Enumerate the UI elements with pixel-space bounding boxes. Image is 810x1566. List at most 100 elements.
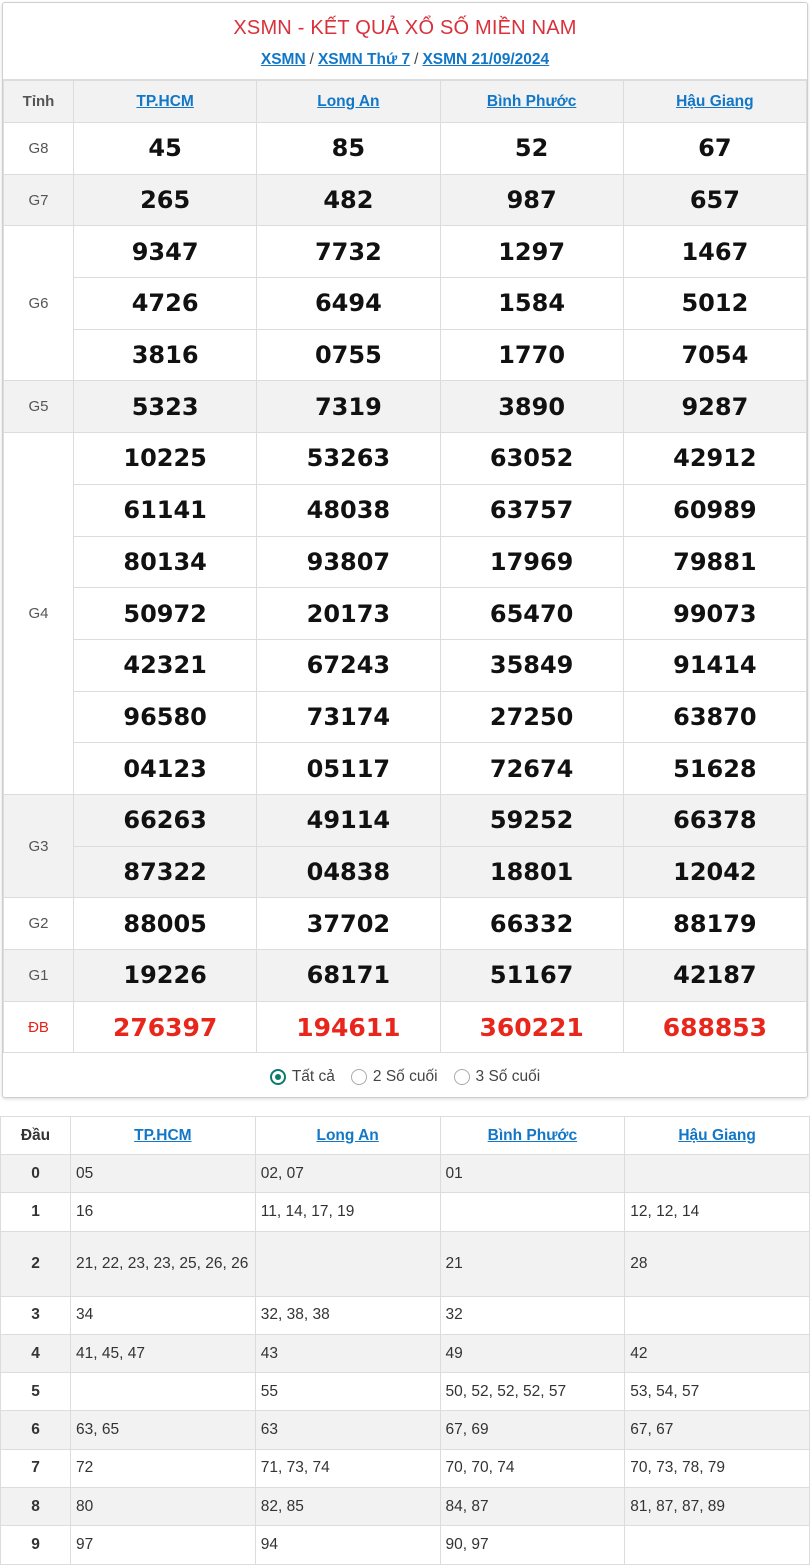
loto-header-tphcm: TP.HCM xyxy=(70,1116,256,1155)
loto-values: 11, 14, 17, 19 xyxy=(254,1192,441,1232)
prize-number: 88005 xyxy=(72,897,258,950)
prize-number: 9347 xyxy=(72,225,258,279)
prize-label: G5 xyxy=(3,380,74,434)
breadcrumb-date-link[interactable]: XSMN 21/09/2024 xyxy=(422,51,549,68)
prize-number: 80134 xyxy=(72,535,258,589)
prize-number: 1467 xyxy=(622,225,808,279)
loto-values: 94 xyxy=(254,1525,441,1565)
loto-province-link-tphcm[interactable]: TP.HCM xyxy=(134,1127,191,1144)
radio-icon[interactable] xyxy=(350,1069,367,1086)
loto-row: 9 97 94 90, 97 xyxy=(0,1525,810,1565)
loto-values xyxy=(624,1153,810,1194)
results-table: Tỉnh TP.HCM Long An Bình Phước Hậu Giang… xyxy=(3,80,808,1054)
radio-icon[interactable] xyxy=(453,1069,470,1086)
loto-values: 72 xyxy=(70,1448,256,1489)
prize-label: G2 xyxy=(3,897,74,950)
loto-values xyxy=(254,1230,441,1297)
breadcrumb-thu7-link[interactable]: XSMN Thứ 7 xyxy=(318,51,410,68)
prize-number: 66263 xyxy=(72,793,258,847)
prize-number: 987 xyxy=(439,173,624,227)
loto-values: 16 xyxy=(70,1192,256,1232)
loto-values: 41, 45, 47 xyxy=(70,1333,256,1374)
filter-all-option[interactable]: Tất cả xyxy=(269,1068,335,1086)
prize-number: 9287 xyxy=(622,380,808,434)
prize-number: 63757 xyxy=(439,483,624,537)
results-header-row: Tỉnh TP.HCM Long An Bình Phước Hậu Giang xyxy=(3,80,808,123)
prize-number: 53263 xyxy=(256,432,441,485)
loto-values: 43 xyxy=(254,1333,441,1374)
loto-values: 70, 73, 78, 79 xyxy=(624,1448,810,1489)
prize-number: 482 xyxy=(256,173,441,227)
dau-digit: 3 xyxy=(0,1295,71,1335)
prize-number: 65470 xyxy=(439,587,624,640)
loto-header-longan: Long An xyxy=(254,1116,441,1155)
province-link-longan[interactable]: Long An xyxy=(317,93,379,110)
loto-values: 21 xyxy=(439,1230,626,1297)
page-title: XSMN - KẾT QUẢ XỔ SỐ MIỀN NAM xyxy=(233,17,577,39)
loto-province-link-longan[interactable]: Long An xyxy=(316,1127,378,1144)
loto-values: 05 xyxy=(70,1153,256,1194)
filter-3-digits-option[interactable]: 3 Số cuối xyxy=(453,1068,541,1086)
province-header-tphcm: TP.HCM xyxy=(72,80,258,123)
loto-header-binhphuoc: Bình Phước xyxy=(439,1116,626,1155)
prize-row: 42321 67243 35849 91414 xyxy=(4,638,808,692)
loto-body: 0 05 02, 07 01 1 16 11, 14, 17, 19 12, 12, 14 2 2… xyxy=(0,1153,810,1565)
filter-3-digits-label: 3 Số cuối xyxy=(475,1068,541,1086)
loto-values: 21, 22, 23, 23, 25, 26, 26 xyxy=(70,1230,256,1297)
prize-number: 87322 xyxy=(72,845,258,899)
prize-number: 3816 xyxy=(72,328,258,382)
prize-number: 5012 xyxy=(622,277,808,330)
prize-number: 60989 xyxy=(622,483,808,537)
province-link-haugiang[interactable]: Hậu Giang xyxy=(676,93,754,110)
breadcrumb-xsmn-link[interactable]: XSMN xyxy=(261,51,306,68)
prize-number: 61141 xyxy=(72,483,258,537)
dau-digit: 4 xyxy=(0,1333,71,1374)
digit-filter: Tất cả 2 Số cuối 3 Số cuối xyxy=(3,1053,807,1101)
province-link-binhphuoc[interactable]: Bình Phước xyxy=(487,93,576,110)
loto-values: 97 xyxy=(70,1525,256,1565)
loto-province-link-haugiang[interactable]: Hậu Giang xyxy=(678,1127,756,1144)
prize-number: 3890 xyxy=(439,380,624,434)
loto-values xyxy=(624,1525,810,1565)
prize-number: 79881 xyxy=(622,535,808,589)
prize-label: G1 xyxy=(3,949,74,1002)
filter-2-digits-option[interactable]: 2 Số cuối xyxy=(350,1068,438,1086)
prize-number: 49114 xyxy=(256,793,441,847)
province-link-tphcm[interactable]: TP.HCM xyxy=(136,93,193,110)
prize-label: G3 xyxy=(3,793,74,899)
loto-values: 90, 97 xyxy=(439,1525,626,1565)
loto-values xyxy=(624,1295,810,1335)
prize-number: 0755 xyxy=(256,328,441,382)
prize-number: 6494 xyxy=(256,277,441,330)
prize-row: G1 19226 68171 51167 42187 xyxy=(3,949,808,1002)
loto-row: 2 21, 22, 23, 23, 25, 26, 26 21 28 xyxy=(0,1230,810,1297)
dau-digit: 2 xyxy=(0,1230,71,1297)
prize-number: 48038 xyxy=(256,483,441,537)
loto-province-link-binhphuoc[interactable]: Bình Phước xyxy=(488,1127,577,1144)
loto-row: 4 41, 45, 47 43 49 42 xyxy=(0,1333,810,1374)
loto-values xyxy=(439,1192,626,1232)
prize-number: 12042 xyxy=(622,845,808,899)
loto-values: 32, 38, 38 xyxy=(254,1295,441,1335)
prize-number: 10225 xyxy=(72,432,258,485)
loto-values: 12, 12, 14 xyxy=(624,1192,810,1232)
dau-digit: 5 xyxy=(0,1372,71,1412)
prize-number: 66378 xyxy=(622,793,808,847)
loto-values xyxy=(70,1372,256,1412)
prize-row: G5 5323 7319 3890 9287 xyxy=(3,380,808,434)
prize-number: 05117 xyxy=(256,742,441,795)
prize-number: 66332 xyxy=(439,897,624,950)
prize-number: 51628 xyxy=(622,742,808,795)
province-header-haugiang: Hậu Giang xyxy=(622,80,808,123)
province-header-longan: Long An xyxy=(256,80,441,123)
loto-values: 28 xyxy=(624,1230,810,1297)
radio-selected-icon[interactable] xyxy=(269,1069,286,1086)
loto-values: 63 xyxy=(254,1410,441,1450)
breadcrumb-separator: / xyxy=(309,51,314,68)
prize-row: 04123 05117 72674 51628 xyxy=(4,742,808,795)
loto-header-row: Đầu TP.HCM Long An Bình Phước Hậu Giang xyxy=(0,1116,810,1155)
prize-number: 42187 xyxy=(622,949,808,1002)
prize-number: 73174 xyxy=(256,690,441,744)
prize-number: 276397 xyxy=(72,1000,258,1054)
loto-values: 71, 73, 74 xyxy=(254,1448,441,1489)
